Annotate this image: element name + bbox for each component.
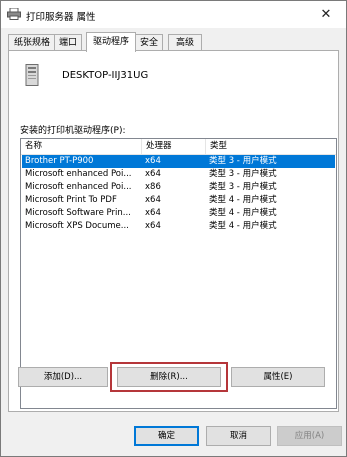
driver-type: 类型 4 - 用户模式 — [209, 195, 277, 205]
driver-type: 类型 4 - 用户模式 — [209, 221, 277, 231]
driver-type: 类型 3 - 用户模式 — [209, 156, 277, 166]
printer-icon — [7, 8, 21, 20]
close-icon: ✕ — [320, 7, 332, 22]
column-header-processor[interactable]: 处理器 — [141, 139, 205, 154]
driver-name: Microsoft Print To PDF — [25, 195, 117, 205]
driver-type: 类型 3 - 用户模式 — [209, 182, 277, 192]
driver-processor: x64 — [145, 156, 161, 166]
list-item[interactable]: Brother PT-P900 x64 类型 3 - 用户模式 — [22, 155, 335, 168]
cancel-button[interactable]: 取消 — [206, 426, 271, 446]
list-item[interactable]: Microsoft enhanced Poi... x86 类型 3 - 用户模… — [22, 181, 335, 194]
driver-processor: x86 — [145, 182, 161, 192]
driver-processor: x64 — [145, 195, 161, 205]
column-header-type[interactable]: 类型 — [205, 139, 336, 154]
server-name: DESKTOP-IIJ31UG — [62, 70, 149, 81]
apply-button[interactable]: 应用(A) — [277, 426, 342, 446]
list-item[interactable]: Microsoft XPS Docume... x64 类型 4 - 用户模式 — [22, 220, 335, 233]
driver-type: 类型 3 - 用户模式 — [209, 169, 277, 179]
tab-security[interactable]: 安全 — [135, 34, 163, 51]
driver-name: Microsoft enhanced Poi... — [25, 182, 132, 192]
driver-processor: x64 — [145, 221, 161, 231]
column-header-name[interactable]: 名称 — [21, 139, 141, 154]
list-header: 名称 处理器 类型 — [21, 139, 336, 155]
tab-ports[interactable]: 端口 — [54, 34, 82, 51]
driver-name: Microsoft XPS Docume... — [25, 221, 129, 231]
driver-name: Microsoft enhanced Poi... — [25, 169, 132, 179]
driver-name: Microsoft Software Prin... — [25, 208, 131, 218]
list-item[interactable]: Microsoft Print To PDF x64 类型 4 - 用户模式 — [22, 194, 335, 207]
driver-name: Brother PT-P900 — [25, 156, 94, 166]
list-item[interactable]: Microsoft Software Prin... x64 类型 4 - 用户… — [22, 207, 335, 220]
list-item[interactable]: Microsoft enhanced Poi... x64 类型 3 - 用户模… — [22, 168, 335, 181]
close-button[interactable]: ✕ — [306, 1, 346, 28]
tab-paper-sizes[interactable]: 纸张规格 — [8, 34, 56, 51]
drivers-panel: DESKTOP-IIJ31UG 安装的打印机驱动程序(P): 名称 处理器 类型… — [8, 50, 339, 412]
installed-drivers-label: 安装的打印机驱动程序(P): — [20, 126, 126, 136]
add-button[interactable]: 添加(D)... — [18, 367, 108, 387]
computer-tower-icon — [25, 64, 39, 86]
print-server-properties-dialog: 打印服务器 属性 ✕ 纸张规格 端口 驱动程序 安全 高级 DESKTOP-II… — [0, 0, 347, 457]
ok-button[interactable]: 确定 — [134, 426, 199, 446]
title-bar: 打印服务器 属性 ✕ — [1, 1, 346, 28]
driver-processor: x64 — [145, 169, 161, 179]
tab-advanced[interactable]: 高级 — [168, 34, 202, 51]
remove-button-highlight — [110, 362, 228, 392]
driver-processor: x64 — [145, 208, 161, 218]
window-title: 打印服务器 属性 — [26, 12, 96, 23]
driver-type: 类型 4 - 用户模式 — [209, 208, 277, 218]
properties-button[interactable]: 属性(E) — [231, 367, 325, 387]
tab-drivers[interactable]: 驱动程序 — [86, 32, 136, 52]
